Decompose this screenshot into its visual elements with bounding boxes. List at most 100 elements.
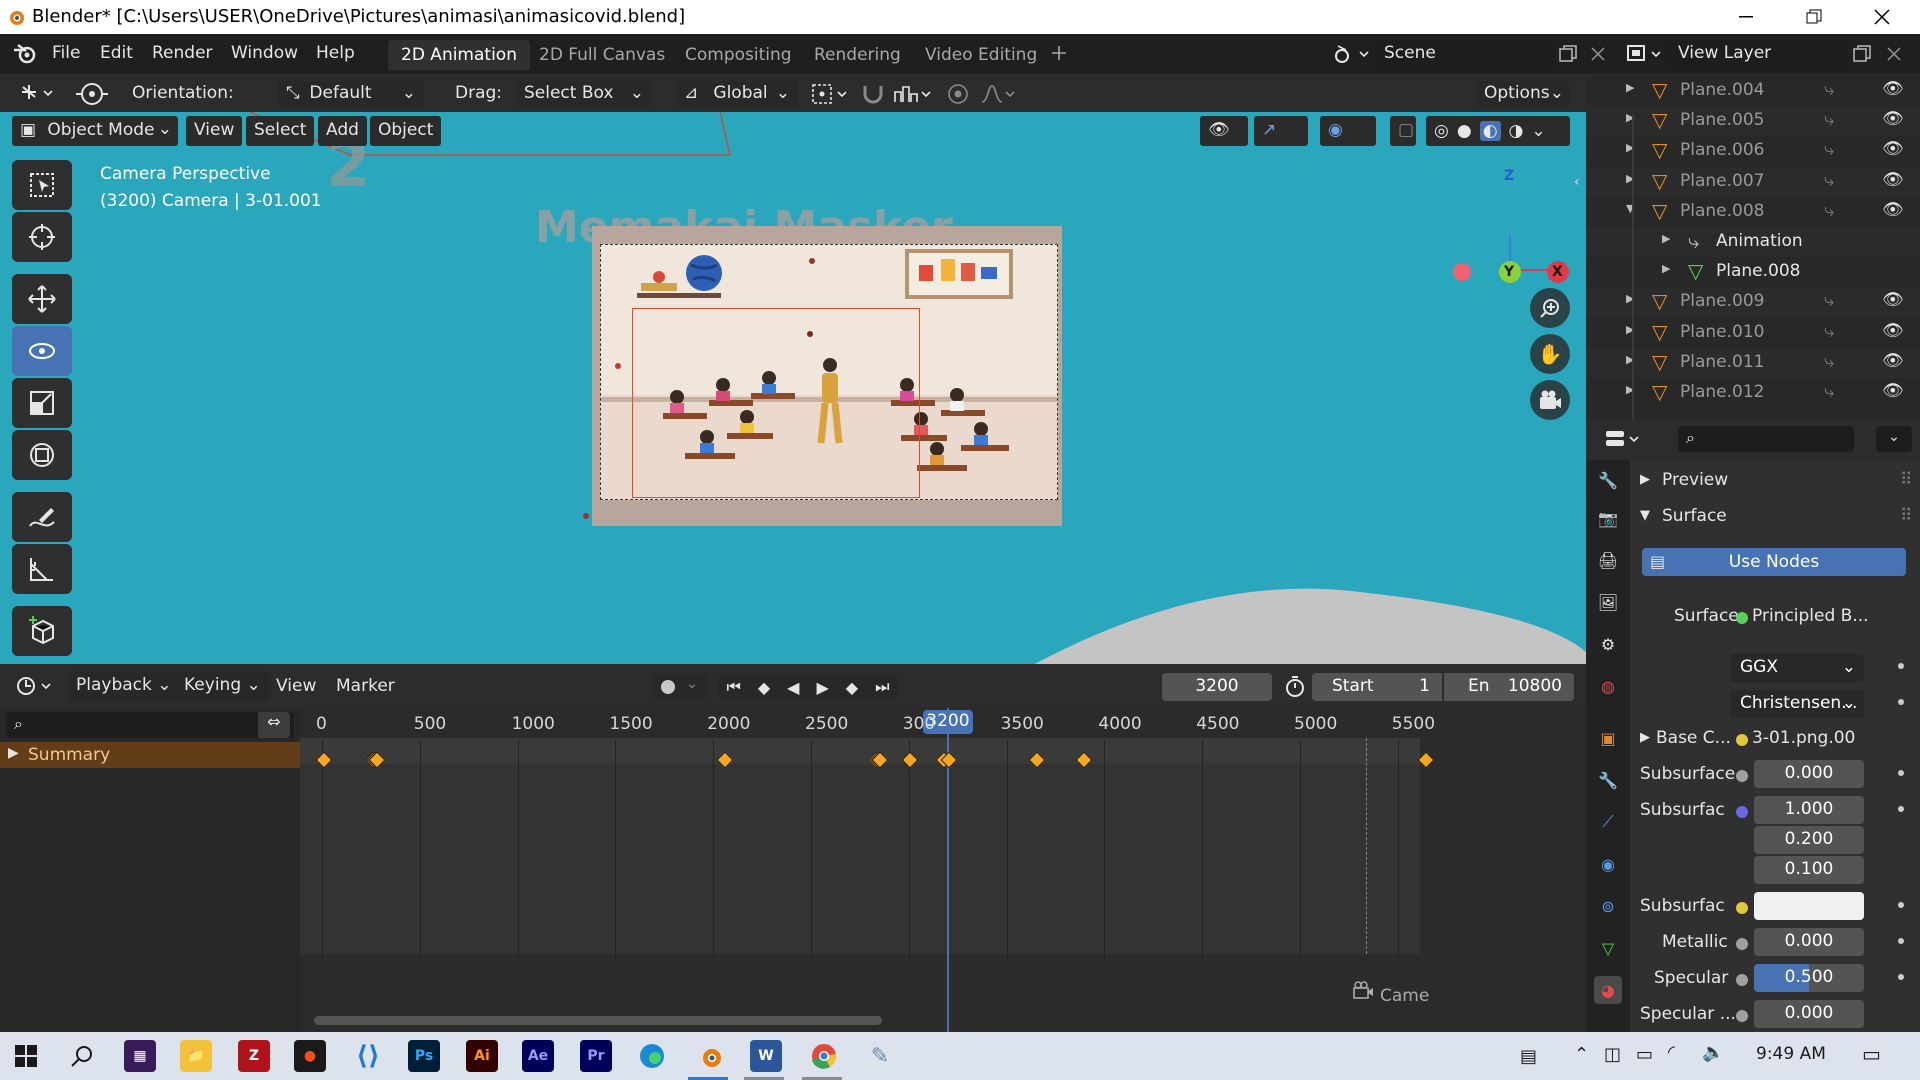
visibility-eye-icon[interactable]: 👁 xyxy=(1882,351,1904,371)
subsurface-radius-y-field[interactable]: 0.200 xyxy=(1754,826,1864,854)
tab-rendering[interactable]: Rendering xyxy=(801,40,914,70)
viewport-menu-add[interactable]: Add xyxy=(318,116,367,146)
expand-icon[interactable]: ▶ xyxy=(1626,81,1634,94)
visibility-eye-icon[interactable]: 👁 xyxy=(1882,381,1904,401)
outliner-row[interactable]: ▶ ▽ Plane.011 ⤷ 👁 xyxy=(1586,347,1920,378)
timeline-editor[interactable]: Playback ⌄ Keying ⌄ View Marker ⌄ ⏮ ◆ ◀ … xyxy=(0,664,1586,1032)
sidebar-toggle-icon[interactable]: ‹ xyxy=(1574,174,1580,190)
visibility-eye-icon[interactable]: 👁 xyxy=(1882,321,1904,341)
menu-edit[interactable]: Edit xyxy=(100,43,133,63)
material-tab-icon[interactable]: ◕ xyxy=(1594,976,1622,1004)
tab-video-editing[interactable]: Video Editing xyxy=(912,40,1050,70)
modifier-tab-icon[interactable]: 🔧 xyxy=(1594,766,1622,794)
view-layer-tab-icon[interactable]: 🖼 xyxy=(1594,588,1622,616)
restore-button[interactable] xyxy=(1784,0,1844,34)
value-socket-icon[interactable] xyxy=(1736,974,1748,986)
value-socket-icon[interactable] xyxy=(1736,1010,1748,1022)
properties-editor[interactable]: ⌕ ⌄ 🔧 📷 🖨 🖼 ⚙ ◍ ▣ 🔧 ⟋ ◉ ⊚ ▽ ◕ ▶ Preview … xyxy=(1586,420,1920,1032)
outliner-row[interactable]: ▶ ▽ Plane.009 ⤷ 👁 xyxy=(1586,287,1920,318)
metallic-field[interactable]: 0.000 xyxy=(1754,928,1864,956)
photoshop-icon[interactable]: Ps xyxy=(408,1040,440,1072)
next-keyframe-icon[interactable]: ◆ xyxy=(846,678,858,697)
properties-editor-type-icon[interactable] xyxy=(1604,428,1644,450)
channel-search-input[interactable]: ⌕ ⇔ xyxy=(6,712,294,738)
world-tab-icon[interactable]: ◍ xyxy=(1594,672,1622,700)
drag-dropdown[interactable]: Select Box ⌄ xyxy=(516,81,652,107)
drag-handle-icon[interactable]: ⠿ xyxy=(1900,506,1912,526)
surface-shader-value[interactable]: Principled B... xyxy=(1752,606,1869,626)
end-frame-field[interactable]: En 10800 xyxy=(1444,673,1574,701)
add-cube-tool[interactable] xyxy=(12,606,72,656)
editor-type-icon[interactable] xyxy=(18,82,58,104)
gizmo-z-axis[interactable] xyxy=(1500,215,1520,235)
windows-start-icon[interactable] xyxy=(10,1040,42,1072)
use-nodes-button[interactable]: ▤ Use Nodes xyxy=(1642,548,1906,576)
render-tab-icon[interactable]: 📷 xyxy=(1594,504,1622,532)
visibility-eye-icon[interactable]: 👁 xyxy=(1882,290,1904,310)
transform-orientation-dropdown[interactable]: ⊿ Global ⌄ xyxy=(676,81,798,107)
particles-tab-icon[interactable]: ⟋ xyxy=(1594,808,1622,836)
view-layer-icon[interactable] xyxy=(1626,42,1666,66)
outliner-row[interactable]: ▶ ▽ Plane.012 ⤷ 👁 xyxy=(1586,378,1920,408)
constraints-tab-icon[interactable]: ⊚ xyxy=(1594,892,1622,920)
delete-view-layer-icon[interactable] xyxy=(1886,46,1902,62)
menu-file[interactable]: File xyxy=(52,43,80,63)
keyframe-dot[interactable] xyxy=(1898,974,1904,980)
keyframe-dot[interactable] xyxy=(1898,699,1904,705)
timeline-menu-marker[interactable]: Marker xyxy=(336,676,395,696)
distribution-dropdown[interactable]: GGX ⌄ xyxy=(1730,654,1864,682)
mode-dropdown[interactable]: ▣ Object Mode ⌄ xyxy=(12,116,178,146)
timeline-menu-playback[interactable]: Playback ⌄ xyxy=(68,671,180,701)
clock[interactable]: 9:49 AM xyxy=(1756,1044,1826,1064)
vscode-icon[interactable]: ⟨⟩ xyxy=(352,1040,384,1072)
blender-menu-icon[interactable] xyxy=(12,42,38,66)
notifications-icon[interactable]: ▭ xyxy=(1862,1042,1881,1066)
expand-icon[interactable]: ▶ xyxy=(1662,262,1670,275)
summary-channel[interactable]: ▶ Summary xyxy=(0,742,300,768)
viewport-menu-object[interactable]: Object xyxy=(370,116,442,146)
visibility-eye-icon[interactable]: 👁 xyxy=(1882,79,1904,99)
select-box-tool[interactable] xyxy=(12,160,72,210)
cursor-tool[interactable] xyxy=(12,212,72,262)
pin-dropdown[interactable]: ⌄ xyxy=(1876,426,1912,452)
other-app-icon[interactable]: ✎ xyxy=(864,1040,896,1072)
subsurface-method-dropdown[interactable]: Christensen... ⌄ xyxy=(1730,690,1864,718)
outliner-row[interactable]: ▶ ⤷ Animation xyxy=(1586,227,1920,257)
gizmo-neg-x-axis[interactable] xyxy=(1453,263,1471,281)
menu-render[interactable]: Render xyxy=(152,43,213,63)
color-socket-icon[interactable] xyxy=(1736,902,1748,914)
auto-keying-button[interactable]: ⌄ xyxy=(652,674,708,700)
filezilla-icon[interactable]: Z xyxy=(238,1040,270,1072)
scene-icon[interactable] xyxy=(1332,42,1370,66)
minimize-button[interactable] xyxy=(1716,0,1776,34)
file-explorer-icon[interactable]: 📁 xyxy=(180,1040,212,1072)
viewport-menu-select[interactable]: Select xyxy=(246,116,315,146)
specular-field[interactable]: 0.500 xyxy=(1754,964,1864,992)
timeline-menu-keying[interactable]: Keying ⌄ xyxy=(176,671,269,701)
figma-icon[interactable]: ● xyxy=(294,1040,326,1072)
subsurface-color-swatch[interactable] xyxy=(1754,892,1864,920)
scale-tool[interactable] xyxy=(12,378,72,428)
data-tab-icon[interactable]: ▽ xyxy=(1594,934,1622,962)
stopwatch-icon[interactable] xyxy=(1284,674,1306,698)
object-tab-icon[interactable]: ▣ xyxy=(1594,724,1622,752)
drag-handle-icon[interactable]: ⠿ xyxy=(1900,470,1912,490)
current-frame-field[interactable]: 3200 xyxy=(1162,673,1272,701)
zoom-button[interactable] xyxy=(1530,288,1570,328)
wireframe-shading-icon[interactable]: ◎ xyxy=(1434,121,1449,141)
transform-tool[interactable] xyxy=(12,430,72,480)
visibility-eye-icon[interactable]: 👁 xyxy=(1882,200,1904,220)
expand-icon[interactable]: ▶ xyxy=(1640,730,1650,745)
jump-end-icon[interactable]: ⏭ xyxy=(875,677,889,697)
snap-icon[interactable] xyxy=(860,82,886,106)
snap-increment-icon[interactable] xyxy=(892,82,932,106)
color-socket-icon[interactable] xyxy=(1736,734,1748,746)
subsurface-radius-z-field[interactable]: 0.100 xyxy=(1754,856,1864,884)
add-workspace-icon[interactable] xyxy=(1050,44,1068,62)
pivot-point-icon[interactable] xyxy=(810,82,850,106)
word-icon[interactable]: W xyxy=(750,1040,782,1072)
visibility-eye-icon[interactable]: 👁 xyxy=(1882,139,1904,159)
value-socket-icon[interactable] xyxy=(1736,938,1748,950)
tab-compositing[interactable]: Compositing xyxy=(672,40,805,70)
after-effects-icon[interactable]: Ae xyxy=(522,1040,554,1072)
